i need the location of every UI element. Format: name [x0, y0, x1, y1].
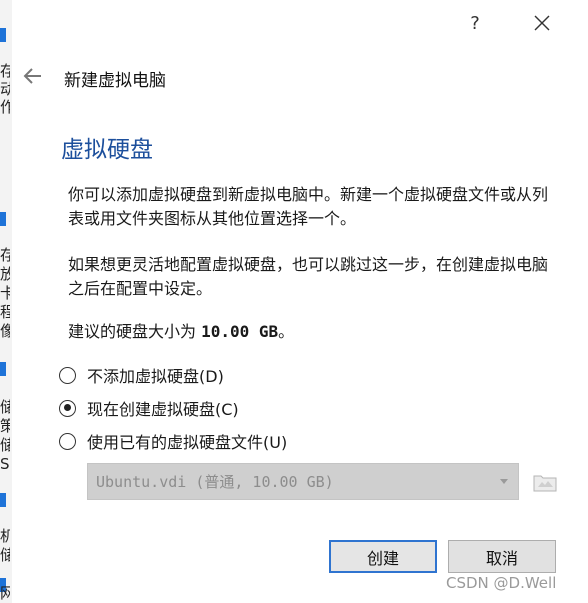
- hint-text: 如果想更灵活地配置虚拟硬盘，也可以跳过这一步，在创建虚拟电脑之后在配置中设定。: [68, 255, 549, 298]
- description-text: 你可以添加虚拟硬盘到新虚拟电脑中。新建一个虚拟硬盘文件或从列表或用文件夹图标从其…: [68, 185, 549, 228]
- dialog-title: 新建虚拟电脑: [64, 71, 166, 91]
- watermark: CSDN @D.Well: [446, 574, 557, 592]
- background-icon: [0, 212, 6, 226]
- radio-circle[interactable]: [59, 366, 76, 384]
- background-text: 策: [0, 417, 10, 435]
- close-button[interactable]: [527, 8, 557, 38]
- background-icon: [0, 362, 6, 376]
- recommended-size-value: 10.00 GB: [201, 322, 279, 341]
- radio-create-disk[interactable]: 现在创建虚拟硬盘(C): [59, 396, 239, 420]
- page-heading: 虚拟硬盘: [61, 137, 153, 163]
- background-text: 卡: [0, 284, 10, 302]
- choose-disk-file-button[interactable]: [530, 466, 560, 498]
- radio-label: 不添加虚拟硬盘(D): [87, 367, 224, 386]
- background-text: 程: [0, 303, 10, 321]
- background-text: 作: [0, 98, 10, 116]
- radio-label: 使用已有的虚拟硬盘文件(U): [87, 433, 288, 452]
- new-vm-dialog: ? 新建虚拟电脑 虚拟硬盘 你可以添加虚拟硬盘到新虚拟电脑中。新建一个虚拟硬盘文…: [12, 0, 588, 603]
- background-icon: [0, 493, 6, 507]
- background-text: 储: [0, 546, 10, 564]
- recommended-size-suffix: 。: [278, 322, 295, 341]
- background-text: 像: [0, 322, 10, 340]
- folder-icon: [533, 475, 557, 492]
- background-text: 机: [0, 527, 10, 545]
- background-text: 存: [0, 62, 10, 80]
- background-text: 放: [0, 265, 10, 283]
- create-button[interactable]: 创建: [329, 540, 437, 573]
- existing-disk-select[interactable]: Ubuntu.vdi (普通, 10.00 GB): [87, 463, 519, 500]
- radio-circle[interactable]: [59, 399, 76, 417]
- cancel-button[interactable]: 取消: [448, 540, 556, 573]
- background-text: 动: [0, 80, 10, 98]
- recommended-size-prefix: 建议的硬盘大小为: [68, 322, 202, 341]
- close-icon: [534, 15, 550, 31]
- chevron-down-icon: [500, 479, 508, 484]
- help-button[interactable]: ?: [460, 8, 490, 38]
- background-icon: [0, 28, 6, 42]
- background-text: S.: [0, 455, 10, 473]
- back-button[interactable]: [22, 65, 44, 87]
- background-text: 储: [0, 436, 10, 454]
- background-text: 网络: [0, 584, 10, 602]
- radio-no-disk[interactable]: 不添加虚拟硬盘(D): [59, 363, 224, 387]
- background-text: 储: [0, 398, 10, 416]
- existing-disk-value: Ubuntu.vdi (普通, 10.00 GB): [96, 473, 334, 491]
- radio-use-existing-disk[interactable]: 使用已有的虚拟硬盘文件(U): [59, 429, 287, 453]
- background-text: 存: [0, 246, 10, 264]
- radio-circle[interactable]: [59, 432, 76, 450]
- radio-label: 现在创建虚拟硬盘(C): [87, 400, 239, 419]
- arrow-left-icon: [23, 68, 41, 84]
- recommended-size-text: 建议的硬盘大小为 10.00 GB。: [68, 320, 560, 344]
